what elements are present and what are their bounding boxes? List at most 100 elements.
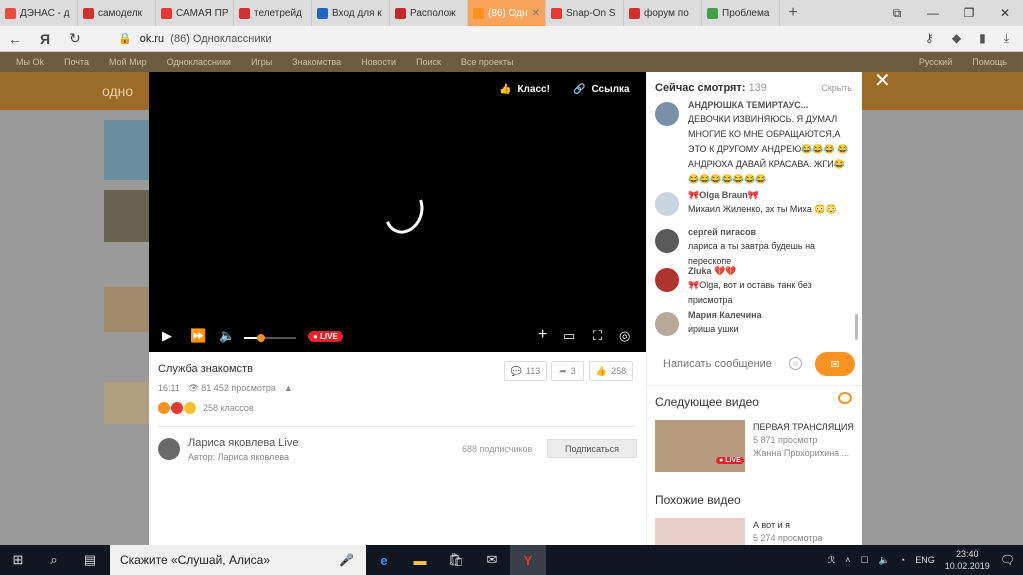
tabs-menu-icon[interactable]: ⧉ xyxy=(879,0,915,26)
close-tab-icon[interactable]: ✕ xyxy=(532,8,540,19)
minimize-button[interactable]: — xyxy=(915,0,951,26)
tab-label: Располож xyxy=(410,7,456,19)
download-icon[interactable]: ⤓ xyxy=(1004,31,1009,46)
message-input[interactable] xyxy=(655,352,810,376)
browser-tab[interactable]: (86) Одн ✕ xyxy=(468,0,546,26)
smile-icon[interactable]: ☺ xyxy=(789,357,802,370)
site-nav-item[interactable]: Почта xyxy=(64,57,89,67)
browser-tab[interactable]: Располож xyxy=(390,0,468,26)
site-nav-item[interactable]: Поиск xyxy=(416,57,441,67)
fullscreen-icon[interactable]: ⛶ xyxy=(593,328,602,344)
tab-label: (86) Одн xyxy=(488,7,528,19)
maximize-button[interactable]: ❐ xyxy=(951,0,987,26)
settings-icon[interactable]: ◎ xyxy=(619,328,630,344)
browser-tab[interactable]: ДЭНАС - д xyxy=(0,0,78,26)
browser-tab[interactable]: Snap-On S xyxy=(546,0,624,26)
search-icon[interactable]: ⌕ xyxy=(36,545,72,575)
site-nav-item[interactable]: Русский xyxy=(919,57,952,67)
report-icon[interactable]: ▲ xyxy=(284,383,293,394)
chat-author[interactable]: сергей пигасов xyxy=(688,227,756,237)
new-tab-button[interactable]: + xyxy=(780,0,806,26)
subscribe-button[interactable]: Подписаться xyxy=(547,439,637,458)
browser-tab[interactable]: самоделк xyxy=(78,0,156,26)
site-nav-item[interactable]: Мы Ok xyxy=(16,57,44,67)
site-nav-item[interactable]: Знакомства xyxy=(292,57,341,67)
explorer-icon[interactable]: ▬ xyxy=(402,545,438,575)
yandex-icon[interactable]: Я xyxy=(30,31,60,47)
chat-scrollbar[interactable] xyxy=(855,314,858,340)
mini-player-icon[interactable]: ▭ xyxy=(563,328,575,344)
key-icon[interactable]: ⚷ xyxy=(925,31,934,46)
yandex-browser-icon[interactable]: Y xyxy=(510,545,546,575)
chat-author[interactable]: Мария Калечина xyxy=(688,310,762,320)
chevron-up-icon[interactable]: ˄ xyxy=(845,555,850,565)
video-player[interactable]: 👍 Класс! 🔗 Ссылка ▶ ⏩ 🔈 ● LIVE + ▭ ⛶ ◎ xyxy=(149,72,646,352)
protect-icon[interactable]: ◆ xyxy=(952,31,961,46)
chat-author[interactable]: 🎀Olga Braun🎀 xyxy=(688,190,759,201)
volume-tray-icon[interactable]: 🔈 xyxy=(879,555,890,566)
author-name[interactable]: Лариса яковлева Live xyxy=(188,437,298,449)
url-field[interactable]: ok.ru (86) Одноклассники xyxy=(140,33,272,45)
store-icon[interactable]: 🛍 xyxy=(438,545,474,575)
chat-author[interactable]: АНДРЮШКА ТЕМИРТАУС... xyxy=(688,100,808,110)
next-video-card[interactable]: ● LIVE ПЕРВАЯ ТРАНСЛЯЦИЯ 5 871 просмотр … xyxy=(655,420,855,476)
shares-count: 3 xyxy=(570,366,576,376)
microphone-icon[interactable]: 🎤 xyxy=(339,553,354,567)
language-indicator[interactable]: ENG xyxy=(915,555,935,565)
site-nav-item[interactable]: Новости xyxy=(361,57,396,67)
bookmark-icon[interactable]: ▮ xyxy=(979,31,986,46)
add-icon[interactable]: + xyxy=(538,326,547,344)
hide-chat-button[interactable]: Скрыть xyxy=(821,83,852,93)
site-nav-item[interactable]: Игры xyxy=(251,57,272,67)
browser-tab[interactable]: телетрейд xyxy=(234,0,312,26)
edge-icon[interactable]: e xyxy=(366,545,402,575)
site-nav-item[interactable]: Мой Мир xyxy=(109,57,147,67)
windows-start-icon[interactable]: ⊞ xyxy=(0,545,36,575)
close-window-button[interactable]: ✕ xyxy=(987,0,1023,26)
volume-slider[interactable] xyxy=(244,334,296,342)
link-button[interactable]: 🔗 Ссылка xyxy=(573,84,630,95)
network-icon[interactable]: ☐ xyxy=(860,555,868,566)
reactions[interactable]: 258 классов xyxy=(158,402,254,414)
avatar[interactable] xyxy=(655,312,679,336)
next-video-thumbnail[interactable] xyxy=(655,420,745,472)
send-button[interactable]: ✉ xyxy=(815,352,855,376)
avatar[interactable] xyxy=(655,268,679,292)
mail-icon[interactable]: ✉ xyxy=(474,545,510,575)
similar-video-card[interactable]: А вот и я 5 274 просмотра xyxy=(655,518,855,545)
share-button[interactable]: ➦ 3 xyxy=(551,361,584,381)
task-view-icon[interactable]: ▤ xyxy=(72,545,108,575)
site-nav-item[interactable]: Помощь xyxy=(972,57,1007,67)
avatar[interactable] xyxy=(655,192,679,216)
similar-video-name[interactable]: А вот и я xyxy=(753,518,855,532)
wifi-icon[interactable]: ◔ xyxy=(900,555,905,565)
avatar[interactable] xyxy=(655,229,679,253)
chat-author[interactable]: Zluka 💔💔 xyxy=(688,266,736,277)
play-icon[interactable]: ▶ xyxy=(162,328,172,344)
close-modal-icon[interactable]: ✕ xyxy=(874,68,891,93)
reload-icon[interactable]: ↻ xyxy=(60,30,90,47)
next-video-name[interactable]: ПЕРВАЯ ТРАНСЛЯЦИЯ xyxy=(753,420,855,434)
author-avatar[interactable] xyxy=(158,438,180,460)
chat-text: ириша ушки xyxy=(688,324,739,334)
browser-tab[interactable]: Вход для к xyxy=(312,0,390,26)
browser-tab[interactable]: САМАЯ ПР xyxy=(156,0,234,26)
autoplay-icon[interactable] xyxy=(838,392,852,404)
like-button[interactable]: 👍 258 xyxy=(589,361,633,381)
avatar[interactable] xyxy=(655,102,679,126)
people-icon[interactable]: ℛ xyxy=(828,555,835,566)
notifications-icon[interactable]: 🗨 xyxy=(1000,553,1015,567)
back-icon[interactable]: ← xyxy=(0,31,30,47)
alice-search-box[interactable]: Скажите «Слушай, Алиса» 🎤 xyxy=(110,545,366,575)
next-live-badge: ● LIVE xyxy=(716,457,744,464)
volume-icon[interactable]: 🔈 xyxy=(219,328,235,344)
similar-video-thumbnail[interactable] xyxy=(655,518,745,545)
comments-button[interactable]: 💬 113 xyxy=(504,361,547,381)
site-nav-item[interactable]: Одноклассники xyxy=(167,57,231,67)
browser-tab[interactable]: Проблема xyxy=(702,0,780,26)
skip-icon[interactable]: ⏩ xyxy=(190,328,206,344)
class-button[interactable]: 👍 Класс! xyxy=(499,84,550,95)
site-nav-item[interactable]: Все проекты xyxy=(461,57,514,67)
browser-tab[interactable]: форум по xyxy=(624,0,702,26)
clock[interactable]: 23:40 10.02.2019 xyxy=(945,548,990,572)
